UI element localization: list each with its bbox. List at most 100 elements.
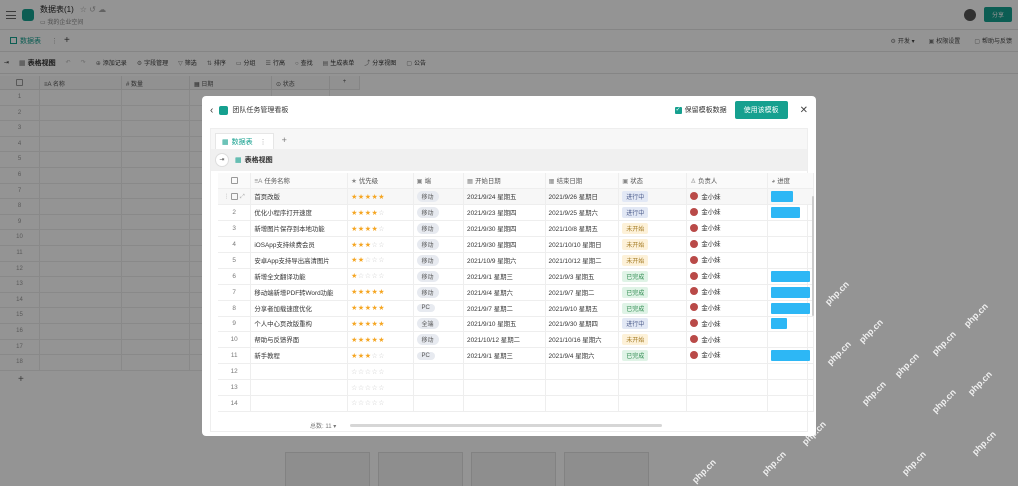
owner-cell[interactable]: 金小妹 bbox=[686, 220, 769, 238]
progress-cell[interactable] bbox=[767, 236, 814, 253]
priority-cell[interactable]: ★★★★☆ bbox=[347, 220, 414, 238]
star-icon[interactable]: ★ bbox=[351, 210, 358, 217]
rating-stars[interactable]: ★★★☆☆ bbox=[351, 242, 385, 249]
keep-data-checkbox[interactable]: ✓ 保留模板数据 bbox=[674, 105, 727, 115]
star-icon[interactable]: ★ bbox=[351, 226, 358, 233]
end-date-cell[interactable]: 2021/10/16 星期六 bbox=[545, 331, 620, 349]
status-cell[interactable]: 未开始 bbox=[618, 252, 688, 269]
task-name-cell[interactable]: 安卓App支持导出高清图片 bbox=[250, 252, 349, 269]
progress-cell[interactable] bbox=[767, 331, 814, 349]
task-name-cell[interactable]: iOSApp支持续费会员 bbox=[250, 236, 349, 253]
star-icon[interactable]: ★ bbox=[351, 242, 358, 249]
modal-tab-sheet[interactable]: ▦ 数据表 ⋮ bbox=[215, 133, 274, 149]
star-icon[interactable]: ☆ bbox=[378, 242, 385, 249]
expand-row-icon[interactable]: ⤢ bbox=[238, 194, 245, 200]
star-icon[interactable]: ★ bbox=[358, 242, 365, 249]
status-cell[interactable]: 进行中 bbox=[618, 316, 688, 333]
start-date-cell[interactable]: 2021/9/1 星期三 bbox=[463, 347, 546, 365]
use-template-button[interactable]: 使用该模板 bbox=[734, 101, 788, 119]
back-icon[interactable]: ‹ bbox=[210, 105, 213, 116]
end-date-cell[interactable] bbox=[545, 363, 620, 381]
rating-stars[interactable]: ☆☆☆☆☆ bbox=[351, 385, 385, 392]
table-row[interactable]: 5 安卓App支持导出高清图片 ★★☆☆☆ 移动 2021/10/9 星期六 2021/1… bbox=[218, 252, 814, 269]
star-icon[interactable]: ★ bbox=[378, 305, 385, 312]
star-icon[interactable]: ★ bbox=[351, 257, 358, 264]
star-icon[interactable]: ★ bbox=[351, 194, 358, 201]
task-name-cell[interactable] bbox=[250, 395, 349, 412]
progress-cell[interactable] bbox=[767, 316, 814, 333]
star-icon[interactable]: ☆ bbox=[378, 385, 385, 392]
status-cell[interactable]: 进行中 bbox=[618, 188, 688, 206]
row-number-cell[interactable]: 3 bbox=[218, 220, 252, 238]
row-number-cell[interactable]: 4 bbox=[218, 236, 252, 253]
start-date-cell[interactable]: 2021/9/10 星期五 bbox=[463, 316, 546, 333]
table-row[interactable]: 14 ☆☆☆☆☆ bbox=[218, 395, 814, 412]
owner-cell[interactable]: 金小妹 bbox=[686, 188, 769, 206]
star-icon[interactable]: ☆ bbox=[358, 369, 365, 376]
col-header-progress[interactable]: ◕ 进度 bbox=[767, 173, 814, 190]
progress-cell[interactable] bbox=[767, 188, 814, 206]
star-icon[interactable]: ★ bbox=[378, 321, 385, 328]
star-icon[interactable]: ★ bbox=[358, 353, 365, 360]
end-date-cell[interactable] bbox=[545, 395, 620, 412]
platform-cell[interactable] bbox=[413, 395, 465, 412]
owner-cell[interactable]: 金小妹 bbox=[686, 252, 769, 269]
task-name-cell[interactable]: 新增图片保存到本地功能 bbox=[250, 220, 349, 238]
priority-cell[interactable]: ★★★★☆ bbox=[347, 204, 414, 222]
row-number-cell[interactable]: 6 bbox=[218, 268, 252, 285]
progress-cell[interactable] bbox=[767, 252, 814, 269]
platform-cell[interactable]: 移动 bbox=[413, 331, 465, 349]
table-row[interactable]: 13 ☆☆☆☆☆ bbox=[218, 379, 814, 396]
start-date-cell[interactable]: 2021/9/4 星期六 bbox=[463, 284, 546, 301]
priority-cell[interactable]: ★★★★★ bbox=[347, 300, 414, 317]
star-icon[interactable]: ☆ bbox=[358, 273, 365, 280]
platform-cell[interactable]: 移动 bbox=[413, 204, 465, 222]
platform-cell[interactable] bbox=[413, 379, 465, 396]
priority-cell[interactable]: ★★★★★ bbox=[347, 316, 414, 333]
owner-cell[interactable]: 金小妹 bbox=[686, 347, 769, 365]
star-icon[interactable]: ★ bbox=[358, 337, 365, 344]
col-header-start[interactable]: ▦ 开始日期 bbox=[463, 173, 546, 190]
task-name-cell[interactable]: 新手教程 bbox=[250, 347, 349, 365]
owner-cell[interactable]: 金小妹 bbox=[686, 268, 769, 285]
start-date-cell[interactable] bbox=[463, 363, 546, 381]
star-icon[interactable]: ☆ bbox=[378, 400, 385, 407]
status-cell[interactable]: 未开始 bbox=[618, 331, 688, 349]
add-sheet-icon[interactable]: + bbox=[282, 135, 287, 145]
priority-cell[interactable]: ☆☆☆☆☆ bbox=[347, 363, 414, 381]
task-name-cell[interactable]: 首页改版 bbox=[250, 188, 349, 206]
end-date-cell[interactable]: 2021/9/25 星期六 bbox=[545, 204, 620, 222]
rating-stars[interactable]: ★★☆☆☆ bbox=[351, 257, 385, 264]
star-icon[interactable]: ★ bbox=[351, 289, 358, 296]
vertical-scrollbar[interactable] bbox=[812, 196, 814, 316]
star-icon[interactable]: ★ bbox=[358, 321, 365, 328]
end-date-cell[interactable]: 2021/9/4 星期六 bbox=[545, 347, 620, 365]
status-cell[interactable]: 进行中 bbox=[618, 204, 688, 222]
rating-stars[interactable]: ★★★★★ bbox=[351, 194, 385, 201]
priority-cell[interactable]: ☆☆☆☆☆ bbox=[347, 379, 414, 396]
priority-cell[interactable]: ★★★☆☆ bbox=[347, 236, 414, 253]
star-icon[interactable]: ★ bbox=[378, 289, 385, 296]
task-name-cell[interactable]: 帮助与反馈界面 bbox=[250, 331, 349, 349]
start-date-cell[interactable]: 2021/10/12 星期二 bbox=[463, 331, 546, 349]
platform-cell[interactable]: 移动 bbox=[413, 284, 465, 301]
row-number-cell[interactable]: 9 bbox=[218, 316, 252, 333]
priority-cell[interactable]: ★★☆☆☆ bbox=[347, 252, 414, 269]
owner-cell[interactable]: 金小妹 bbox=[686, 236, 769, 253]
task-name-cell[interactable]: 个人中心页改版重构 bbox=[250, 316, 349, 333]
task-name-cell[interactable]: 分享者加载速度优化 bbox=[250, 300, 349, 317]
progress-cell[interactable] bbox=[767, 284, 814, 301]
platform-cell[interactable]: 移动 bbox=[413, 188, 465, 206]
start-date-cell[interactable]: 2021/9/30 星期四 bbox=[463, 236, 546, 253]
horizontal-scrollbar[interactable] bbox=[350, 424, 662, 427]
start-date-cell[interactable]: 2021/9/7 星期二 bbox=[463, 300, 546, 317]
star-icon[interactable]: ☆ bbox=[358, 385, 365, 392]
priority-cell[interactable]: ★★★☆☆ bbox=[347, 347, 414, 365]
end-date-cell[interactable]: 2021/9/30 星期四 bbox=[545, 316, 620, 333]
star-icon[interactable]: ☆ bbox=[378, 369, 385, 376]
table-row[interactable]: 4 iOSApp支持续费会员 ★★★☆☆ 移动 2021/9/30 星期四 2021/10… bbox=[218, 236, 814, 253]
star-icon[interactable]: ☆ bbox=[351, 400, 358, 407]
star-icon[interactable]: ★ bbox=[351, 321, 358, 328]
row-number-cell[interactable]: 14 bbox=[218, 395, 252, 412]
table-row[interactable]: 2 优化小程序打开速度 ★★★★☆ 移动 2021/9/23 星期四 2021/9/25 … bbox=[218, 204, 814, 222]
